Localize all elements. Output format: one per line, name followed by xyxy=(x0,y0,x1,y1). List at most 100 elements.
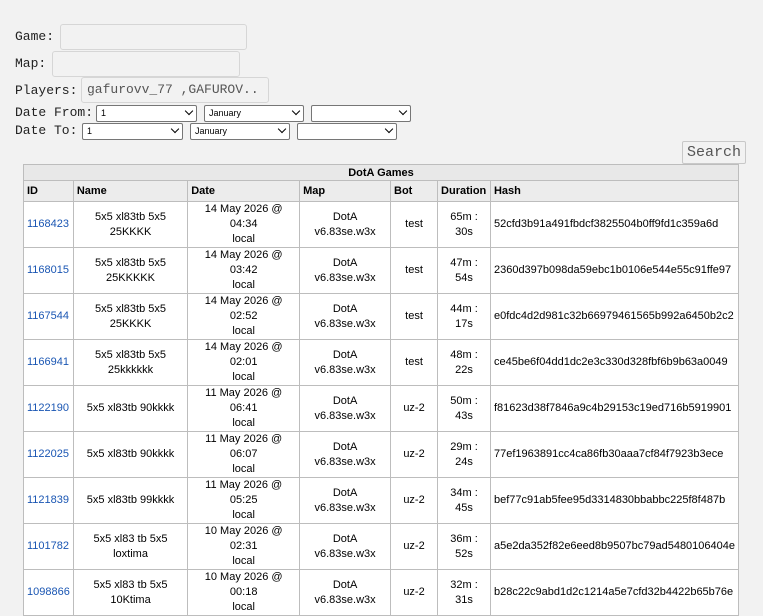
search-button[interactable]: Search xyxy=(682,141,746,164)
players-input[interactable]: gafurovv_77 ,GAFUROV.. xyxy=(81,77,269,103)
game-date: 14 May 2026 @ 04:34 local xyxy=(187,201,301,248)
game-bot: uz-2 xyxy=(389,477,439,524)
game-date-time: 14 May 2026 @ 02:01 xyxy=(204,341,283,368)
game-id-link[interactable]: 1166941 xyxy=(23,339,74,386)
game-hash: 52cfd3b91a491fbdcf3825504b0ff9fd1c359a6d xyxy=(489,201,740,248)
game-date-time: 11 May 2026 @ 06:07 xyxy=(205,433,283,460)
game-name: 5x5 xl83tb 5x5 25kkkkkk xyxy=(72,339,189,386)
game-id-link[interactable]: 1098866 xyxy=(23,569,74,616)
game-date: 11 May 2026 @ 05:25 local xyxy=(187,477,301,524)
date-from-day-select[interactable]: 1 xyxy=(96,105,197,122)
game-duration: 34m : 45s xyxy=(437,477,491,524)
game-name: 5x5 xl83 tb 5x5 10Ktima xyxy=(72,569,189,616)
game-id-link[interactable]: 1121839 xyxy=(23,477,74,524)
date-from-month-value: January xyxy=(209,108,242,118)
game-map: DotA v6.83se.w3x xyxy=(299,247,391,294)
chevron-down-icon xyxy=(170,124,180,134)
table-row: 1098866 5x5 xl83 tb 5x5 10Ktima 10 May 202… xyxy=(23,569,740,616)
game-bot: uz-2 xyxy=(389,569,439,616)
game-date-timezone: local xyxy=(232,601,255,613)
game-id-link[interactable]: 1168423 xyxy=(23,201,74,248)
date-to-day-value: 1 xyxy=(87,126,93,136)
game-name: 5x5 xl83tb 5x5 25KKKK xyxy=(72,293,189,340)
table-row: 1166941 5x5 xl83tb 5x5 25kkkkkk 14 May 202… xyxy=(23,339,740,386)
header-hash: Hash xyxy=(489,180,740,202)
game-input[interactable] xyxy=(60,24,247,50)
game-date-timezone: local xyxy=(232,279,255,291)
map-input[interactable] xyxy=(52,51,240,77)
game-bot: uz-2 xyxy=(389,523,439,570)
game-duration: 48m : 22s xyxy=(437,339,491,386)
game-date: 14 May 2026 @ 02:01 local xyxy=(187,339,301,386)
game-id-link[interactable]: 1167544 xyxy=(23,293,74,340)
game-id-link[interactable]: 1122025 xyxy=(23,431,74,478)
map-label: Map: xyxy=(15,56,47,71)
date-from-year-select[interactable] xyxy=(311,105,411,122)
game-name: 5x5 xl83tb 5x5 25KKKK xyxy=(72,201,189,248)
game-date: 14 May 2026 @ 02:52 local xyxy=(187,293,301,340)
header-date: Date xyxy=(187,180,301,202)
game-bot: test xyxy=(389,293,439,340)
chevron-down-icon xyxy=(184,106,194,116)
game-map: DotA v6.83se.w3x xyxy=(299,201,391,248)
game-hash: 77ef1963891cc4ca86fb30aaa7cf84f7923b3ece xyxy=(489,431,740,478)
game-map: DotA v6.83se.w3x xyxy=(299,431,391,478)
table-caption: DotA Games xyxy=(23,164,739,181)
game-hash: f81623d38f7846a9c4b29153c19ed716b5919901 xyxy=(489,385,740,432)
game-date: 10 May 2026 @ 00:18 local xyxy=(187,569,301,616)
game-id-link[interactable]: 1168015 xyxy=(23,247,74,294)
game-map: DotA v6.83se.w3x xyxy=(299,293,391,340)
game-date: 11 May 2026 @ 06:07 local xyxy=(187,431,301,478)
game-map: DotA v6.83se.w3x xyxy=(299,385,391,432)
game-id-link[interactable]: 1101782 xyxy=(23,523,74,570)
game-date-time: 14 May 2026 @ 04:34 xyxy=(204,203,283,230)
game-duration: 50m : 43s xyxy=(437,385,491,432)
date-to-month-select[interactable]: January xyxy=(190,123,290,140)
game-bot: uz-2 xyxy=(389,385,439,432)
game-map: DotA v6.83se.w3x xyxy=(299,523,391,570)
game-name: 5x5 xl83tb 5x5 25KKKKK xyxy=(72,247,189,294)
game-name: 5x5 xl83tb 90kkkk xyxy=(72,385,189,432)
game-date: 10 May 2026 @ 02:31 local xyxy=(187,523,301,570)
game-date-time: 14 May 2026 @ 03:42 xyxy=(204,249,283,276)
game-date: 11 May 2026 @ 06:41 local xyxy=(187,385,301,432)
date-to-year-select[interactable] xyxy=(297,123,397,140)
table-row: 1122190 5x5 xl83tb 90kkkk 11 May 2026 @ 06… xyxy=(23,385,740,432)
game-date-timezone: local xyxy=(232,233,255,245)
game-map: DotA v6.83se.w3x xyxy=(299,477,391,524)
game-hash: b28c22c9abd1d2c1214a5e7cfd32b4422b65b76e xyxy=(489,569,740,616)
game-duration: 36m : 52s xyxy=(437,523,491,570)
date-to-label: Date To: xyxy=(15,123,78,138)
date-from-month-select[interactable]: January xyxy=(204,105,304,122)
chevron-down-icon xyxy=(291,106,301,116)
game-bot: test xyxy=(389,201,439,248)
game-duration: 47m : 54s xyxy=(437,247,491,294)
game-hash: 2360d397b098da59ebc1b0106e544e55c91ffe97 xyxy=(489,247,740,294)
game-date-timezone: local xyxy=(232,509,255,521)
game-hash: e0fdc4d2d981c32b66979461565b992a6450b2c2 xyxy=(489,293,740,340)
game-id-link[interactable]: 1122190 xyxy=(23,385,74,432)
game-date-time: 10 May 2026 @ 02:31 xyxy=(204,525,283,552)
game-date-time: 10 May 2026 @ 00:18 xyxy=(204,571,283,598)
game-bot: test xyxy=(389,339,439,386)
game-map: DotA v6.83se.w3x xyxy=(299,339,391,386)
game-map: DotA v6.83se.w3x xyxy=(299,569,391,616)
game-date-time: 11 May 2026 @ 05:25 xyxy=(205,479,283,506)
table-row: 1122025 5x5 xl83tb 90kkkk 11 May 2026 @ 06… xyxy=(23,431,740,478)
date-to-day-select[interactable]: 1 xyxy=(82,123,183,140)
game-date: 14 May 2026 @ 03:42 local xyxy=(187,247,301,294)
chevron-down-icon xyxy=(277,124,287,134)
game-name: 5x5 xl83 tb 5x5 loxtima xyxy=(72,523,189,570)
date-to-month-value: January xyxy=(195,126,228,136)
game-duration: 29m : 24s xyxy=(437,431,491,478)
table-row: 1167544 5x5 xl83tb 5x5 25KKKK 14 May 2026 … xyxy=(23,293,740,340)
game-date-timezone: local xyxy=(232,371,255,383)
table-row: 1168423 5x5 xl83tb 5x5 25KKKK 14 May 2026 … xyxy=(23,201,740,248)
header-map: Map xyxy=(299,180,391,202)
game-duration: 44m : 17s xyxy=(437,293,491,340)
game-label: Game: xyxy=(15,29,55,44)
game-date-timezone: local xyxy=(232,555,255,567)
game-date-timezone: local xyxy=(232,463,255,475)
date-from-label: Date From: xyxy=(15,105,94,120)
table-row: 1121839 5x5 xl83tb 99kkkk 11 May 2026 @ 05… xyxy=(23,477,740,524)
